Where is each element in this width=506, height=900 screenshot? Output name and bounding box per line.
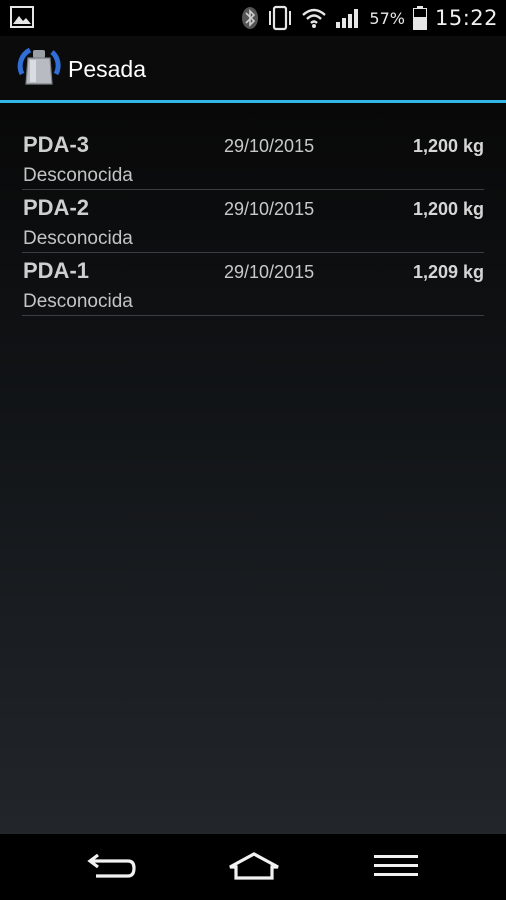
vibrate-icon — [267, 5, 293, 31]
item-date: 29/10/2015 — [224, 199, 315, 219]
list-item[interactable]: PDA-3 29/10/2015 1,200 kg Desconocida — [22, 127, 484, 190]
item-date: 29/10/2015 — [224, 136, 315, 156]
back-icon — [86, 851, 138, 885]
image-icon — [10, 6, 34, 28]
menu-button[interactable] — [366, 850, 426, 886]
battery-icon — [412, 6, 427, 30]
item-weight: 1,200 kg — [412, 136, 484, 156]
screen: 57% 15:22 Pesada PDA-3 29/10/2015 1,200 … — [0, 0, 506, 900]
content-area: PDA-3 29/10/2015 1,200 kg Desconocida PD… — [0, 103, 506, 834]
action-bar: Pesada — [0, 36, 506, 100]
wifi-icon — [301, 7, 327, 29]
signal-icon — [335, 7, 361, 29]
nav-bar — [0, 834, 506, 900]
item-name: PDA-1 — [23, 258, 90, 283]
item-name: PDA-2 — [23, 195, 90, 220]
list-item[interactable]: PDA-2 29/10/2015 1,200 kg Desconocida — [22, 190, 484, 253]
weighing-list: PDA-3 29/10/2015 1,200 kg Desconocida PD… — [22, 127, 484, 316]
list-item[interactable]: PDA-1 29/10/2015 1,209 kg Desconocida — [22, 253, 484, 316]
home-icon — [226, 851, 282, 885]
item-name: PDA-3 — [23, 132, 90, 157]
page-title: Pesada — [68, 56, 147, 82]
item-status: Desconocida — [23, 165, 133, 186]
item-status: Desconocida — [23, 291, 133, 312]
status-bar: 57% 15:22 — [0, 0, 506, 36]
home-button[interactable] — [224, 850, 284, 886]
battery-percent: 57% — [369, 8, 405, 28]
item-weight: 1,200 kg — [412, 199, 484, 219]
item-date: 29/10/2015 — [224, 262, 315, 282]
back-button[interactable] — [82, 850, 142, 886]
clock: 15:22 — [434, 6, 498, 30]
item-status: Desconocida — [23, 228, 133, 249]
item-weight: 1,209 kg — [412, 262, 484, 282]
weight-icon[interactable] — [16, 44, 62, 90]
menu-icon — [373, 853, 419, 883]
bluetooth-icon — [241, 6, 259, 30]
